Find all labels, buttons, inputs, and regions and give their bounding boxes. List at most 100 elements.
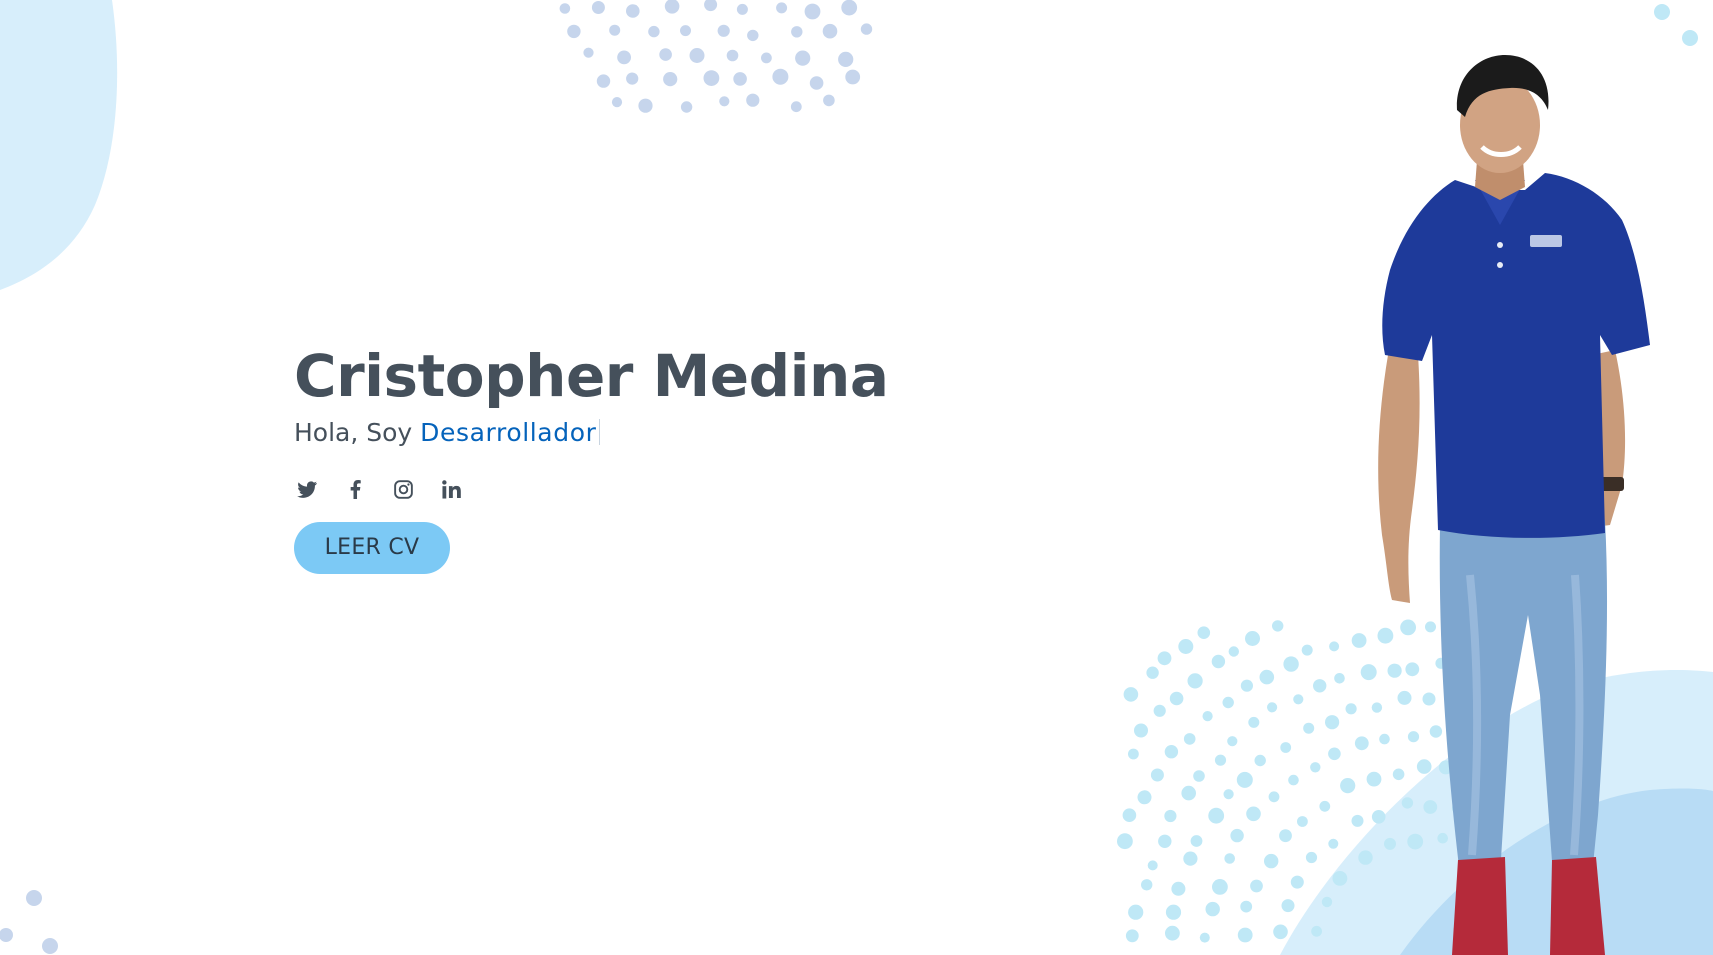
typed-role-text: Desarrollador — [420, 418, 597, 447]
decorative-dot — [1157, 651, 1172, 666]
decorative-dot — [1150, 768, 1164, 782]
decorative-dot — [1283, 656, 1299, 672]
decorative-dot — [609, 24, 621, 36]
decorative-dot — [689, 48, 705, 63]
decorative-dot — [1319, 800, 1331, 812]
decorative-dot — [1164, 809, 1177, 823]
decorative-dot — [1199, 932, 1210, 943]
facebook-link[interactable] — [342, 476, 368, 502]
decorative-dot — [648, 25, 660, 38]
decorative-dot — [42, 938, 58, 954]
decorative-dot — [626, 4, 640, 18]
decorative-dot — [1281, 899, 1295, 913]
decorative-dot — [1340, 778, 1356, 794]
instagram-icon — [393, 479, 413, 499]
decorative-dot — [664, 0, 680, 14]
decorative-dot — [1122, 808, 1137, 822]
decorative-dot — [733, 72, 747, 86]
decorative-dot — [1240, 679, 1253, 692]
decorative-dot — [1128, 748, 1139, 760]
decorative-dot — [1205, 901, 1220, 917]
decorative-dot — [1654, 4, 1670, 20]
decorative-dot — [747, 29, 759, 42]
decorative-dot — [795, 50, 811, 66]
decorative-dot — [617, 50, 631, 65]
decorative-dot — [726, 49, 739, 62]
decorative-dot — [1171, 881, 1186, 896]
read-cv-button[interactable]: LEER CV — [294, 522, 450, 574]
decorative-dot — [1290, 875, 1304, 889]
decorative-dot — [1208, 807, 1225, 824]
decorative-dot — [1345, 703, 1357, 715]
decorative-dot — [1328, 838, 1339, 849]
twitter-link[interactable] — [294, 476, 320, 502]
hero-section: Cristopher Medina Hola, Soy Desarrollado… — [0, 0, 1713, 955]
dot-pattern-top-right — [1654, 4, 1698, 46]
decorative-dot — [838, 51, 854, 67]
decorative-dot — [1183, 733, 1196, 745]
decorative-dot — [1236, 771, 1253, 788]
decorative-dot — [1334, 673, 1345, 684]
decorative-dot — [659, 48, 672, 61]
decorative-dot — [1310, 762, 1321, 773]
decorative-dot — [1273, 924, 1288, 940]
decorative-dot — [845, 69, 861, 85]
decorative-dot — [1305, 851, 1318, 864]
page-title: Cristopher Medina — [294, 342, 889, 410]
decorative-dot — [663, 72, 678, 87]
decorative-dot — [1190, 835, 1203, 847]
decorative-dot — [1254, 754, 1266, 767]
right-shoe — [1550, 857, 1605, 955]
decorative-dot — [1240, 900, 1253, 913]
left-shoe — [1452, 857, 1508, 955]
instagram-link[interactable] — [390, 476, 416, 502]
decorative-dot — [822, 23, 838, 39]
decorative-dot — [736, 3, 748, 15]
decorative-dot — [790, 101, 802, 113]
decorative-dot — [1228, 646, 1240, 657]
decorative-dot — [809, 76, 824, 90]
decorative-dot — [567, 24, 581, 39]
decorative-dot — [791, 26, 803, 38]
decorative-dot — [1230, 828, 1244, 843]
decorative-dot — [1272, 620, 1284, 632]
decorative-dot — [1227, 736, 1238, 747]
decorative-dot — [1267, 702, 1278, 713]
decorative-dot — [761, 52, 772, 64]
top-left-blob — [0, 0, 118, 290]
decorative-dot — [1248, 716, 1260, 728]
dot-pattern-top — [559, 0, 873, 113]
decorative-dot — [1246, 806, 1261, 822]
decorative-dot — [1158, 834, 1172, 848]
decorative-dot — [1222, 696, 1234, 709]
decorative-dot — [1165, 925, 1180, 941]
hero-content: Cristopher Medina Hola, Soy Desarrollado… — [294, 340, 994, 574]
decorative-dot — [704, 0, 718, 12]
decorative-dot — [559, 3, 571, 14]
decorative-dot — [1237, 927, 1253, 943]
decorative-dot — [1197, 626, 1211, 639]
decorative-dot — [1301, 644, 1313, 656]
decorative-dot — [1214, 754, 1227, 766]
decorative-dot — [1280, 742, 1292, 753]
decorative-dot — [596, 74, 611, 88]
decorative-dot — [611, 97, 623, 108]
linkedin-link[interactable] — [438, 476, 464, 502]
decorative-dot — [1297, 816, 1308, 827]
decorative-dot — [1211, 654, 1226, 669]
decorative-dot — [1313, 679, 1327, 693]
decorative-dot — [703, 70, 720, 86]
decorative-dot — [1288, 774, 1299, 786]
decorative-dot — [804, 3, 821, 20]
decorative-dot — [719, 96, 730, 107]
decorative-dot — [591, 1, 605, 14]
decorative-dot — [1293, 694, 1304, 705]
decorative-dot — [1183, 851, 1198, 866]
decorative-dot — [1117, 833, 1133, 850]
facebook-icon — [350, 479, 361, 499]
decorative-dot — [1212, 879, 1228, 895]
tagline: Hola, Soy Desarrollador — [294, 416, 994, 450]
decorative-dot — [1332, 871, 1348, 886]
decorative-dot — [1165, 904, 1182, 920]
decorative-dot — [746, 93, 760, 107]
